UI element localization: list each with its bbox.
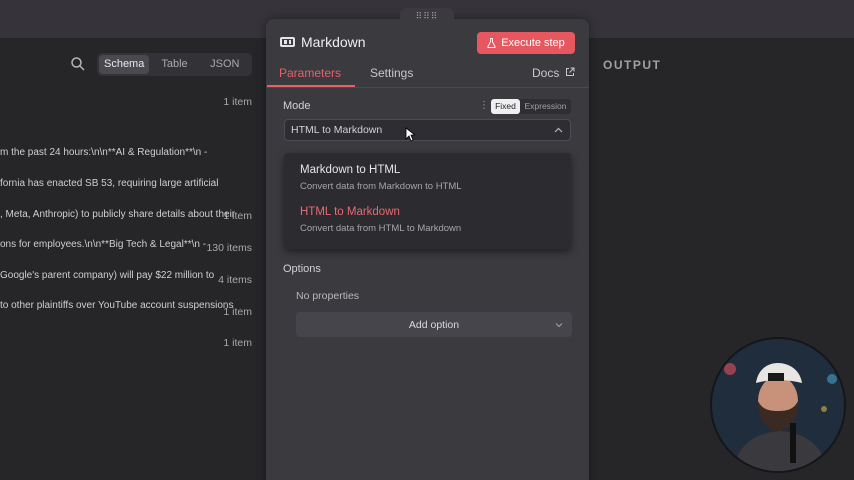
drag-handle-icon[interactable]: ⠿⠿⠿ — [400, 8, 454, 26]
presenter-image — [712, 339, 844, 471]
output-panel-label: OUTPUT — [603, 58, 662, 72]
dropdown-option-html-to-markdown[interactable]: HTML to Markdown — [300, 206, 400, 218]
json-line: fornia has enacted SB 53, requiring larg… — [0, 178, 219, 190]
mode-select[interactable]: HTML to Markdown — [284, 119, 571, 141]
mouse-cursor-icon — [405, 127, 415, 142]
search-icon[interactable] — [70, 56, 86, 72]
view-mode-toggle[interactable]: Schema Table JSON — [97, 53, 252, 76]
no-properties-text: No properties — [296, 290, 360, 302]
flask-icon — [487, 38, 496, 48]
json-line: m the past 24 hours:\n\n**AI & Regulatio… — [0, 147, 208, 159]
item-count: 1 item — [223, 96, 252, 108]
node-settings-panel — [266, 19, 589, 480]
tab-settings[interactable]: Settings — [370, 66, 413, 80]
docs-link[interactable]: Docs — [532, 66, 559, 80]
execute-step-label: Execute step — [501, 37, 565, 49]
dropdown-option-description: Convert data from HTML to Markdown — [300, 223, 462, 234]
markdown-icon — [280, 37, 295, 47]
execute-step-button[interactable]: Execute step — [477, 32, 575, 54]
tab-parameters[interactable]: Parameters — [279, 66, 341, 80]
more-options-icon[interactable]: ⋮ — [479, 100, 489, 111]
expression-option[interactable]: Expression — [520, 99, 571, 114]
json-line: ons for employees.\n\n**Big Tech & Legal… — [0, 239, 207, 251]
json-line: to other plaintiffs over YouTube account… — [0, 300, 234, 312]
tab-divider — [266, 87, 589, 88]
json-line: Google's parent company) will pay $22 mi… — [0, 269, 215, 281]
fixed-expression-toggle[interactable]: Fixed Expression — [491, 99, 571, 114]
dropdown-option-markdown-to-html[interactable]: Markdown to HTML — [300, 164, 400, 176]
dropdown-option-description: Convert data from Markdown to HTML — [300, 181, 462, 192]
chevron-up-icon — [554, 127, 563, 133]
item-count: 1 item — [223, 337, 252, 349]
json-preview-text: m the past 24 hours:\n\n**AI & Regulatio… — [0, 128, 260, 322]
view-json-tab[interactable]: JSON — [200, 55, 250, 74]
mode-dropdown-menu: Markdown to HTML Convert data from Markd… — [284, 153, 571, 249]
mode-select-value: HTML to Markdown — [291, 124, 383, 136]
json-line: , Meta, Anthropic) to publicly share det… — [0, 208, 236, 220]
active-tab-indicator — [267, 85, 355, 87]
webcam-overlay — [710, 337, 846, 473]
node-title[interactable]: Markdown — [301, 34, 366, 50]
add-option-button[interactable]: Add option — [296, 312, 572, 337]
mode-label: Mode — [283, 100, 311, 112]
view-table-tab[interactable]: Table — [149, 55, 199, 74]
fixed-option[interactable]: Fixed — [491, 99, 520, 114]
options-label: Options — [283, 263, 321, 275]
chevron-down-icon — [555, 323, 563, 328]
external-link-icon[interactable] — [565, 67, 575, 77]
view-schema-tab[interactable]: Schema — [99, 55, 150, 74]
add-option-label: Add option — [408, 319, 460, 331]
